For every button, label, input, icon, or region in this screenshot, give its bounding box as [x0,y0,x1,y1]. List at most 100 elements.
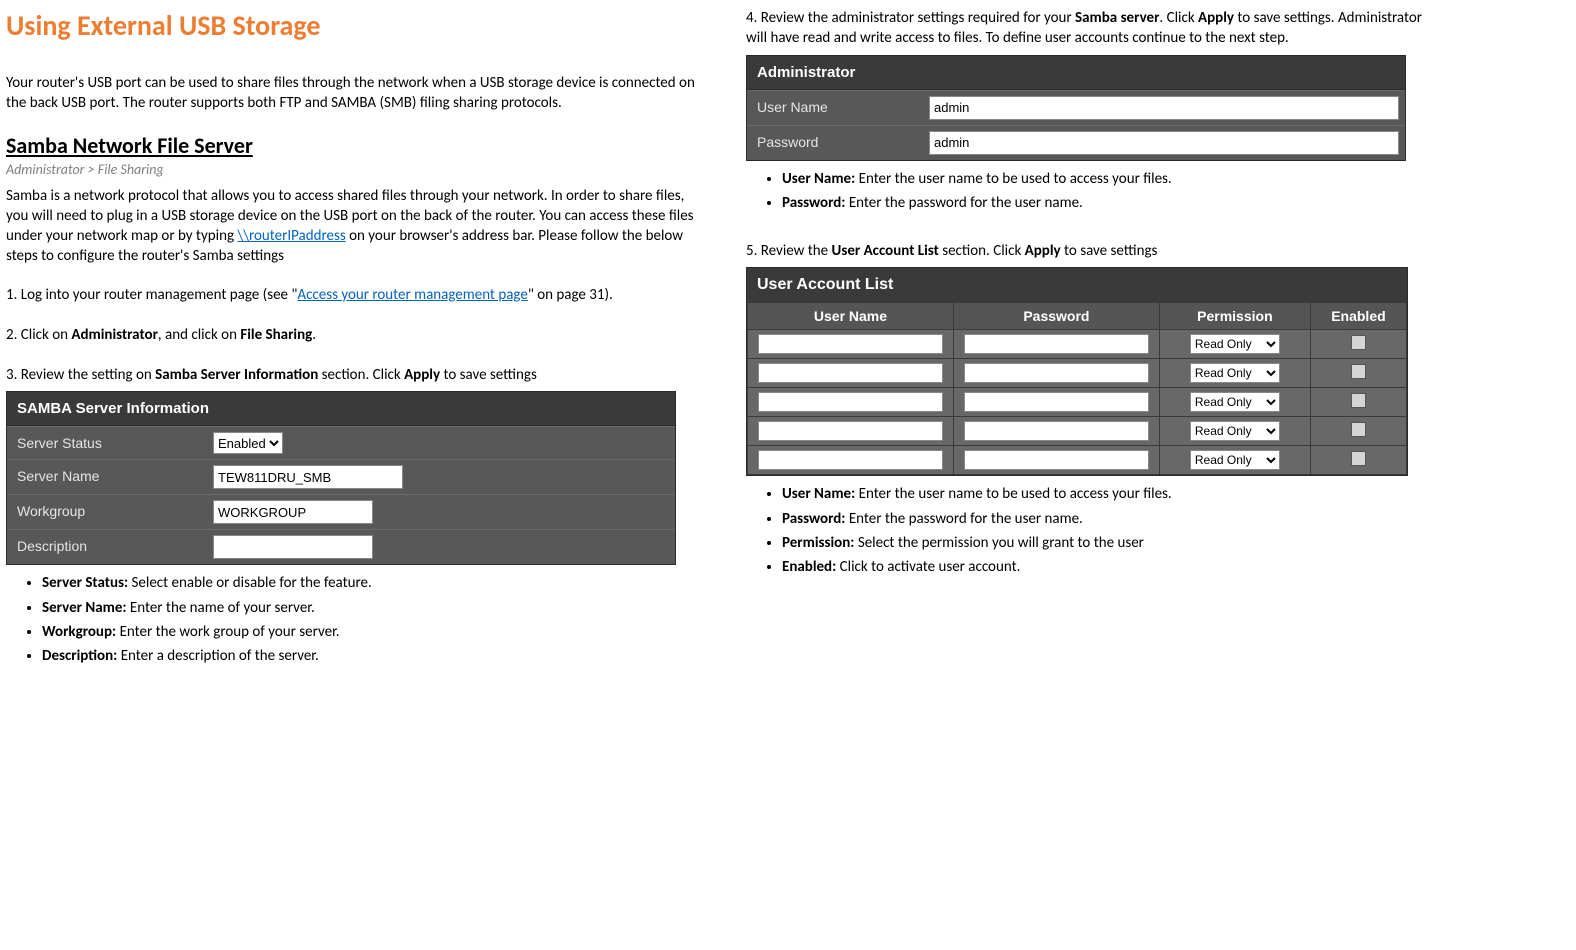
step-1: 1. Log into your router management page … [6,285,696,305]
ual-enabled-checkbox[interactable] [1351,364,1366,379]
bullet-workgroup: Workgroup: Enter the work group of your … [42,622,696,642]
ual-permission-select[interactable]: Read Only [1190,392,1280,412]
admin-panel-title: Administrator [747,56,1405,90]
step4-b2: Apply [1198,9,1234,27]
access-mgmt-page-link[interactable]: Access your router management page [297,286,527,304]
user-account-list-panel: User Account List User Name Password Per… [746,267,1408,476]
step5-b2: Apply [1025,242,1061,260]
step-3: 3. Review the setting on Samba Server In… [6,365,696,385]
bullet-description: Description: Enter a description of the … [42,646,696,666]
step4-mid: . Click [1159,9,1198,27]
admin-password-input[interactable] [929,131,1399,155]
step2-post: . [312,326,316,344]
administrator-panel: Administrator User Name Password [746,55,1406,161]
samba-server-info-panel: SAMBA Server Information Server Status E… [6,391,676,565]
workgroup-row: Workgroup [7,494,675,529]
bullet-ual-enabled: Enabled: Click to activate user account. [782,557,1446,577]
bullet-server-name: Server Name: Enter the name of your serv… [42,598,696,618]
ual-username-input[interactable] [758,421,943,441]
step1-pre: 1. Log into your router management page … [6,286,297,304]
server-name-row: Server Name [7,459,675,494]
ual-username-input[interactable] [758,392,943,412]
step3-b1: Samba Server Information [155,366,318,384]
admin-username-row: User Name [747,90,1405,125]
ual-head-enabled: Enabled [1310,303,1406,330]
intro-paragraph: Your router's USB port can be used to sh… [6,73,696,114]
step2-pre: 2. Click on [6,326,71,344]
ual-enabled-checkbox[interactable] [1351,422,1366,437]
server-name-label: Server Name [7,460,207,494]
ual-password-input[interactable] [964,334,1149,354]
step5-mid: section. Click [939,242,1025,260]
workgroup-input[interactable] [213,500,373,524]
router-ip-link[interactable]: \\routerIPaddress [237,227,345,245]
step3-b2: Apply [404,366,440,384]
samba-heading: Samba Network File Server [6,132,696,159]
ual-permission-select[interactable]: Read Only [1190,421,1280,441]
admin-username-input[interactable] [929,96,1399,120]
bullet-admin-username: User Name: Enter the user name to be use… [782,169,1446,189]
ual-enabled-checkbox[interactable] [1351,335,1366,350]
server-status-label: Server Status [7,427,207,459]
bullet-ual-username: User Name: Enter the user name to be use… [782,484,1446,504]
workgroup-label: Workgroup [7,495,207,529]
ual-password-input[interactable] [964,421,1149,441]
step5-pre: 5. Review the [746,242,832,260]
admin-password-row: Password [747,125,1405,160]
server-status-row: Server Status Enabled [7,426,675,459]
ual-password-input[interactable] [964,363,1149,383]
description-label: Description [7,530,207,564]
step2-b2: File Sharing [240,326,312,344]
step-4: 4. Review the administrator settings req… [746,8,1446,49]
bullet-admin-password: Password: Enter the password for the use… [782,193,1446,213]
admin-bullets: User Name: Enter the user name to be use… [782,169,1446,214]
page-title: Using External USB Storage [6,8,696,43]
table-row: Read Only [748,446,1407,475]
server-name-input[interactable] [213,465,403,489]
step2-b1: Administrator [71,326,158,344]
samba-bullets: Server Status: Select enable or disable … [42,573,696,666]
ual-head-permission: Permission [1159,303,1310,330]
ual-password-input[interactable] [964,450,1149,470]
ual-title: User Account List [747,268,1407,302]
step3-mid: section. Click [318,366,404,384]
samba-paragraph: Samba is a network protocol that allows … [6,186,696,267]
description-row: Description [7,529,675,564]
bullet-ual-permission: Permission: Select the permission you wi… [782,533,1446,553]
admin-username-label: User Name [747,91,923,125]
table-row: Read Only [748,359,1407,388]
table-row: Read Only [748,330,1407,359]
ual-password-input[interactable] [964,392,1149,412]
ual-table: User Name Password Permission Enabled Re… [747,302,1407,475]
ual-bullets: User Name: Enter the user name to be use… [782,484,1446,577]
bullet-ual-password: Password: Enter the password for the use… [782,509,1446,529]
step2-mid: , and click on [158,326,240,344]
ual-permission-select[interactable]: Read Only [1190,363,1280,383]
step3-post: to save settings [440,366,537,384]
ual-username-input[interactable] [758,334,943,354]
ual-permission-select[interactable]: Read Only [1190,450,1280,470]
ual-head-username: User Name [748,303,954,330]
breadcrumb: Administrator > File Sharing [6,161,696,178]
samba-panel-title: SAMBA Server Information [7,392,675,426]
step-5: 5. Review the User Account List section.… [746,241,1446,261]
admin-password-label: Password [747,126,923,160]
step4-pre: 4. Review the administrator settings req… [746,9,1075,27]
ual-enabled-checkbox[interactable] [1351,393,1366,408]
step5-b1: User Account List [832,242,939,260]
table-row: Read Only [748,388,1407,417]
server-status-select[interactable]: Enabled [213,432,283,454]
ual-username-input[interactable] [758,363,943,383]
ual-enabled-checkbox[interactable] [1351,451,1366,466]
step4-b1: Samba server [1075,9,1159,27]
ual-head-password: Password [953,303,1159,330]
ual-permission-select[interactable]: Read Only [1190,334,1280,354]
description-input[interactable] [213,535,373,559]
table-row: Read Only [748,417,1407,446]
ual-username-input[interactable] [758,450,943,470]
step-2: 2. Click on Administrator, and click on … [6,325,696,345]
bullet-server-status: Server Status: Select enable or disable … [42,573,696,593]
step1-post: " on page 31). [528,286,613,304]
step3-pre: 3. Review the setting on [6,366,155,384]
step5-post: to save settings [1061,242,1158,260]
